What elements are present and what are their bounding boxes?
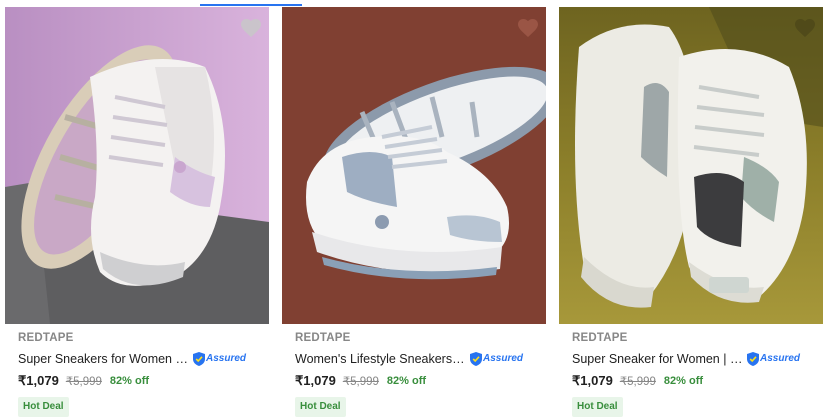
original-price: ₹5,999 [619,376,656,388]
product-title[interactable]: Super Sneaker for Women | Low... [572,352,744,366]
hot-deal-badge: Hot Deal [295,397,346,417]
heart-icon[interactable] [239,16,263,40]
shield-icon [747,351,759,366]
product-image[interactable] [559,7,823,324]
heart-icon[interactable] [516,16,540,40]
hot-deal-badge: Hot Deal [572,397,623,417]
assured-label: Assured [206,353,247,364]
price-row: ₹1,079 ₹5,999 82% off [295,373,545,389]
product-grid: REDTAPE Super Sneakers for Women | Lo...… [0,0,830,418]
selling-price: ₹1,079 [295,373,336,388]
product-card[interactable]: REDTAPE Women's Lifestyle Sneakers | Ef.… [282,0,550,418]
discount-percent: 82% off [386,375,427,387]
original-price: ₹5,999 [65,376,102,388]
wishlist-button[interactable] [239,16,263,40]
assured-badge: Assured [193,351,247,366]
price-row: ₹1,079 ₹5,999 82% off [18,373,268,389]
product-title[interactable]: Women's Lifestyle Sneakers | Ef... [295,352,467,366]
assured-badge: Assured [470,351,524,366]
product-image[interactable] [282,7,546,324]
title-row: Super Sneakers for Women | Lo... Assured [18,350,268,367]
hot-deal-badge: Hot Deal [18,397,69,417]
title-row: Women's Lifestyle Sneakers | Ef... Assur… [295,350,545,367]
original-price: ₹5,999 [342,376,379,388]
product-card[interactable]: REDTAPE Super Sneaker for Women | Low...… [559,0,827,418]
wishlist-button[interactable] [516,16,540,40]
discount-percent: 82% off [109,375,150,387]
selling-price: ₹1,079 [18,373,59,388]
discount-percent: 82% off [663,375,704,387]
assured-badge: Assured [747,351,801,366]
selling-price: ₹1,079 [572,373,613,388]
product-info: REDTAPE Super Sneakers for Women | Lo...… [18,331,268,417]
wishlist-button[interactable] [793,16,817,40]
title-row: Super Sneaker for Women | Low... Assured [572,350,822,367]
heart-icon[interactable] [793,16,817,40]
brand-name: REDTAPE [18,332,74,344]
product-title[interactable]: Super Sneakers for Women | Lo... [18,352,190,366]
shield-icon [193,351,205,366]
brand-name: REDTAPE [295,332,351,344]
brand-name: REDTAPE [572,332,628,344]
product-card[interactable]: REDTAPE Super Sneakers for Women | Lo...… [5,0,273,418]
product-image[interactable] [5,7,269,324]
price-row: ₹1,079 ₹5,999 82% off [572,373,822,389]
assured-label: Assured [760,353,801,364]
shield-icon [470,351,482,366]
product-info: REDTAPE Super Sneaker for Women | Low...… [572,331,822,417]
product-info: REDTAPE Women's Lifestyle Sneakers | Ef.… [295,331,545,417]
assured-label: Assured [483,353,524,364]
